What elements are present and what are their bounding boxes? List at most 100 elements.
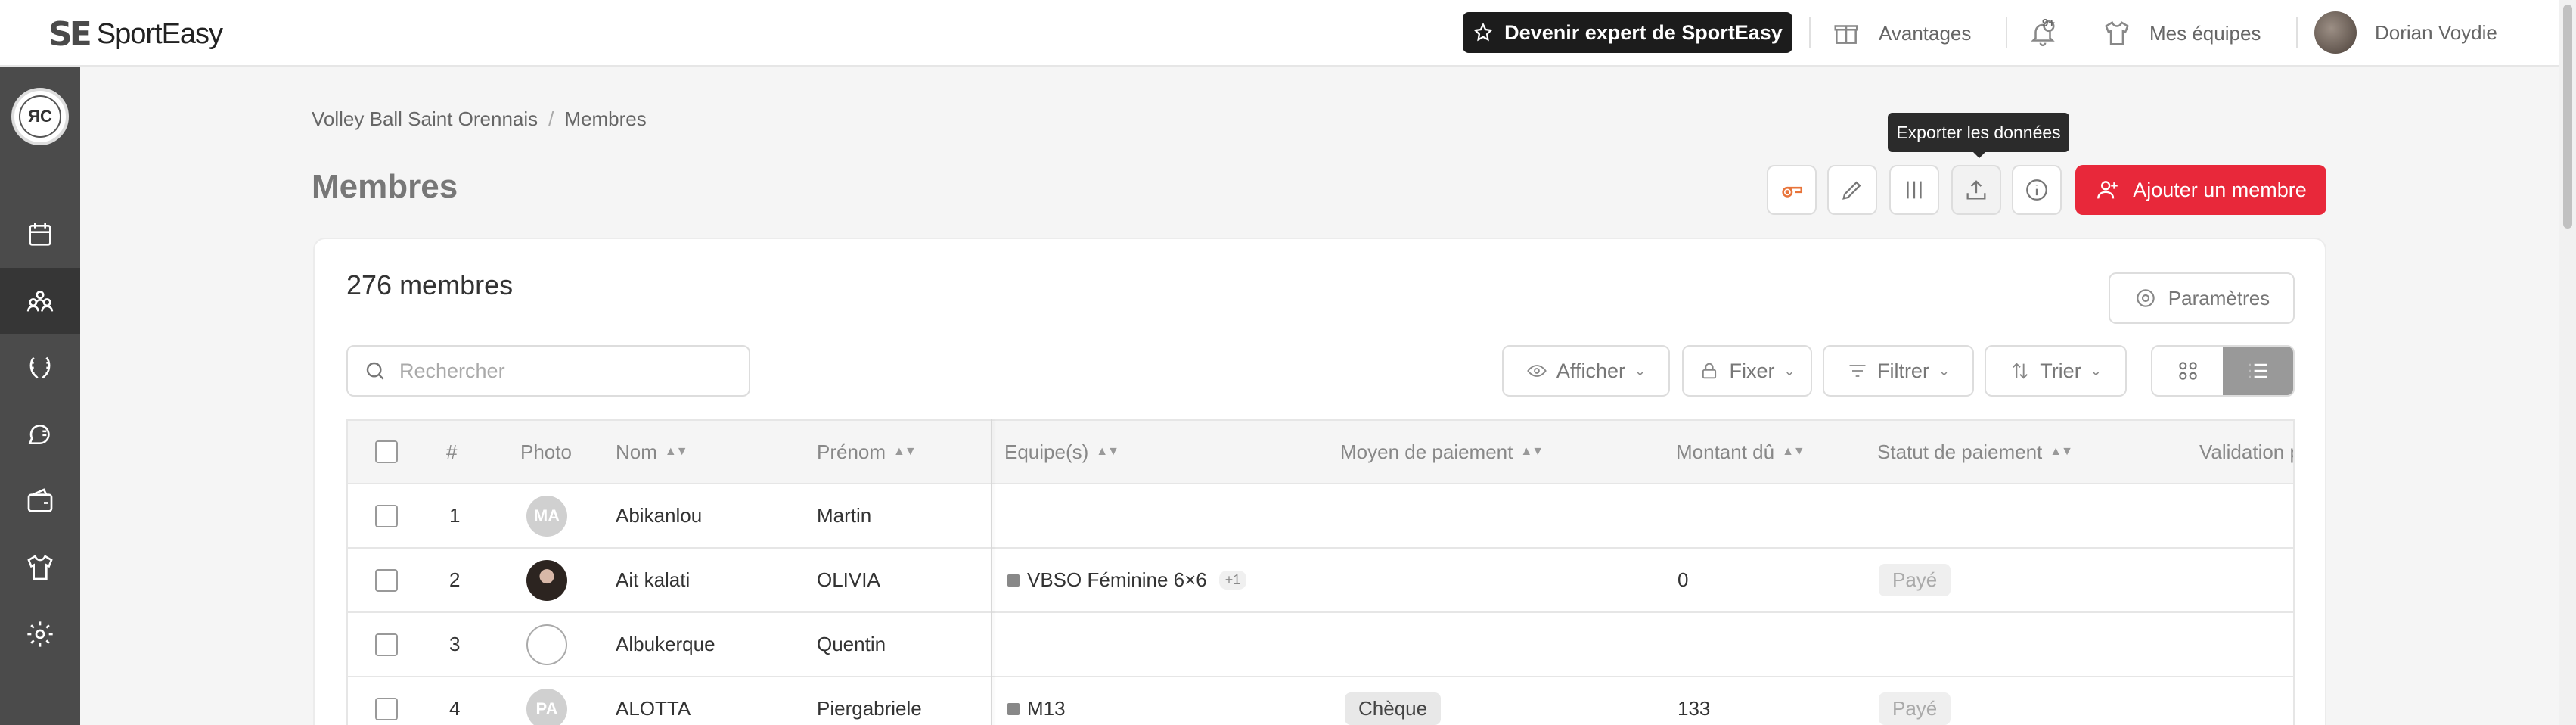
chevron-down-icon: ⌄ [1634,362,1646,378]
whistle-button[interactable] [1767,165,1817,215]
checkbox[interactable] [375,440,398,463]
header-validation[interactable]: Validation pa [2199,421,2293,483]
row-nom: Albukerque [616,633,715,655]
row-team: M13 [1007,677,1066,725]
row-checkbox[interactable] [375,633,398,656]
avatar [526,559,567,601]
pin-button[interactable]: Fixer ⌄ [1682,345,1812,397]
payment-status-badge: Payé [1879,564,1951,596]
row-nom: Abikanlou [616,504,703,527]
my-teams-label: Mes équipes [2149,21,2261,45]
row-team: VBSO Féminine 6×6 +1 [1007,549,1247,611]
header-payment-status-label: Statut de paiement [1877,440,2043,463]
members-icon [26,291,54,312]
list-icon [2249,363,2267,378]
club-logo[interactable]: ЯС [11,88,69,145]
header-teams[interactable]: Equipe(s) ▲▼ [1004,421,1119,483]
header-payment-method[interactable]: Moyen de paiement ▲▼ [1340,421,1544,483]
select-all-checkbox[interactable] [375,421,398,483]
filter-button[interactable]: Filtrer ⌄ [1823,345,1974,397]
my-teams-link[interactable]: Mes équipes [2103,17,2261,50]
scrollbar-thumb[interactable] [2563,5,2572,229]
row-nom: Ait kalati [616,568,691,591]
row-num: 2 [449,568,461,591]
sidebar-item-calendar[interactable] [0,201,80,268]
sort-icon: ▲▼ [893,445,917,458]
list-view-button[interactable] [2223,347,2293,395]
header-nom[interactable]: Nom ▲▼ [616,421,688,483]
search-icon [366,362,384,380]
chevron-down-icon: ⌄ [2090,362,2102,378]
columns-button[interactable] [1889,165,1939,215]
settings-label: Paramètres [2168,286,2270,310]
filter-icon [1849,365,1866,377]
sidebar-item-chat[interactable] [0,401,80,468]
avatar: MA [526,495,567,537]
header-prenom[interactable]: Prénom ▲▼ [817,421,917,483]
breadcrumb-separator: / [548,107,554,130]
edit-button[interactable] [1827,165,1877,215]
more-teams-badge[interactable]: +1 [1218,571,1247,590]
avatar: PA [526,688,567,725]
add-member-label: Ajouter un membre [2133,178,2307,201]
add-member-button[interactable]: Ajouter un membre [2075,165,2326,215]
row-nom: ALOTTA [616,697,691,720]
export-button[interactable] [1951,165,2001,215]
info-button[interactable] [2012,165,2062,215]
sort-icon [2013,362,2028,379]
header-amount-due[interactable]: Montant dû ▲▼ [1676,421,1805,483]
advantages-link[interactable]: Avantages [1832,17,1971,50]
header-payment-status[interactable]: Statut de paiement ▲▼ [1877,421,2073,483]
sidebar-item-wallet[interactable] [0,468,80,534]
sidebar-item-settings[interactable] [0,601,80,667]
sort-icon: ▲▼ [1782,445,1805,458]
header-photo: Photo [520,440,572,463]
table-row[interactable]: 4 PA ALOTTA Piergabriele M13 Chèque 133 … [348,677,2293,725]
gear-icon [2137,289,2155,307]
row-prenom: Piergabriele [817,697,922,720]
members-count: 276 membres [346,269,514,300]
page-scrollbar[interactable] [2559,0,2576,725]
sporteasy-logo[interactable]: SE SportEasy [48,15,223,54]
settings-button[interactable]: Paramètres [2109,272,2295,324]
sidebar-item-members[interactable] [0,268,80,334]
user-menu[interactable]: Dorian Voydie [2314,11,2497,54]
divider [2296,17,2298,48]
table-row[interactable]: 1 MA Abikanlou Martin [348,484,2293,549]
divider [1809,17,1811,48]
become-expert-button[interactable]: Devenir expert de SportEasy [1463,12,1792,53]
row-num: 1 [449,504,461,527]
table-row[interactable]: 2 Ait kalati OLIVIA VBSO Féminine 6×6 +1… [348,549,2293,613]
row-checkbox[interactable] [375,504,398,527]
avatar [526,624,567,665]
search-box[interactable] [346,345,750,397]
grid-view-button[interactable] [2152,347,2223,395]
table-header: # Photo Nom ▲▼ Prénom ▲▼ Equipe(s) ▲▼ Moyen… [348,419,2293,484]
header-nom-label: Nom [616,440,657,463]
view-toggle [2151,345,2295,397]
row-checkbox[interactable] [375,697,398,720]
sort-button[interactable]: Trier ⌄ [1985,345,2127,397]
table-row[interactable]: 3 Albukerque Quentin [348,613,2293,677]
logo-mark: SE [48,15,92,54]
grid-icon [2178,362,2197,380]
header-teams-label: Equipe(s) [1004,440,1089,463]
show-button[interactable]: Afficher ⌄ [1502,345,1670,397]
sidebar-item-equipment[interactable] [0,534,80,601]
wallet-icon [27,488,53,512]
row-prenom: Martin [817,504,872,527]
eye-icon [1527,365,1547,377]
breadcrumb-club[interactable]: Volley Ball Saint Orennais [312,107,538,131]
chat-icon [28,425,50,444]
header-num: # [446,440,458,463]
sidebar-item-competitions[interactable] [0,334,80,401]
sort-icon: ▲▼ [1520,445,1544,458]
pencil-icon [1842,181,1861,200]
team-color-swatch [1007,574,1020,587]
upload-icon [1966,180,1986,200]
row-prenom: OLIVIA [817,568,880,591]
row-checkbox[interactable] [375,568,398,592]
gear-icon [27,621,53,647]
search-input[interactable] [399,359,732,383]
page-title: Membres [312,168,458,205]
